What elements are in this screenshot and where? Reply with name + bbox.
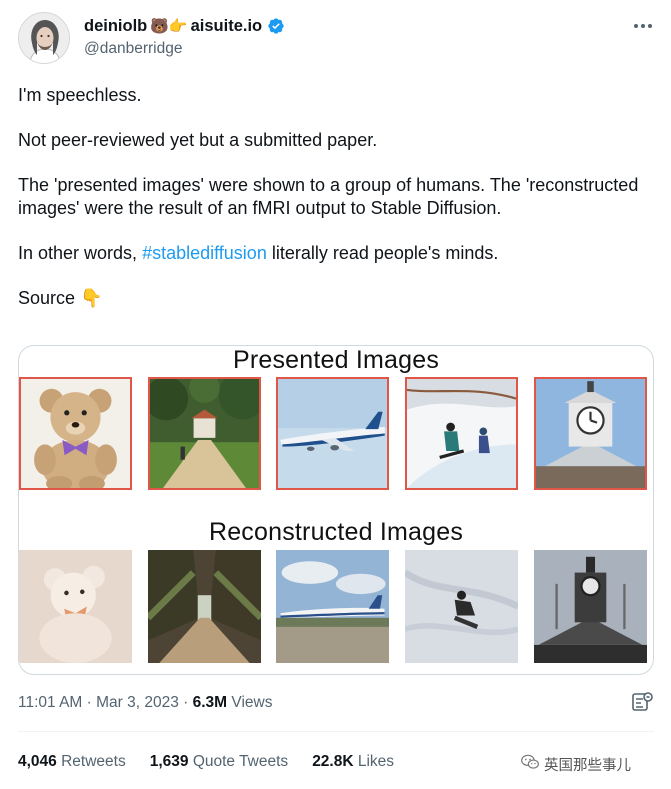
watermark-text: 英国那些事儿	[544, 757, 631, 774]
avatar[interactable]	[18, 12, 70, 64]
author-display-name[interactable]: deiniolb 🐻👉 aisuite.io	[84, 16, 285, 36]
name-emojis: 🐻👉	[150, 17, 188, 35]
more-dot-icon	[641, 24, 645, 28]
likes-count: 22.8K	[312, 753, 354, 770]
quote-tweets-label: Quote Tweets	[188, 753, 289, 770]
meta-separator: ·	[178, 694, 193, 711]
likes-stat[interactable]: 22.8K Likes	[312, 753, 394, 771]
pointing-down-emoji: 👇	[80, 288, 103, 309]
analytics-icon[interactable]	[630, 690, 654, 714]
reconstructed-snowboarder-image	[405, 550, 518, 663]
tweet-paragraph: Source 👇	[18, 287, 648, 310]
tweet-paragraph: I'm speechless.	[18, 85, 142, 105]
views-label: Views	[227, 694, 273, 711]
presented-clock-tower-image	[534, 377, 647, 490]
presented-images-title: Presented Images	[232, 346, 440, 374]
tweet-text: I'm speechless. Not peer-reviewed yet bu…	[18, 84, 648, 332]
tweet-paragraph: Not peer-reviewed yet but a submitted pa…	[18, 130, 378, 150]
paragraph-text: literally read people's minds.	[266, 243, 499, 263]
retweets-stat[interactable]: 4,046 Retweets	[18, 753, 126, 771]
reconstructed-tree-lined-path-image	[148, 550, 261, 663]
tweet-paragraph: The 'presented images' were shown to a g…	[18, 175, 639, 218]
quote-tweets-stat[interactable]: 1,639 Quote Tweets	[150, 753, 288, 771]
tweet-meta: 11:01 AM · Mar 3, 2023 · 6.3M Views	[18, 694, 272, 712]
watermark: 英国那些事儿	[520, 752, 631, 776]
quote-tweets-count: 1,639	[149, 753, 189, 770]
presented-teddy-bear-image	[19, 377, 132, 490]
retweets-label: Retweets	[56, 753, 126, 770]
views-count: 6.3M	[192, 694, 228, 711]
site-name-text: aisuite.io	[190, 17, 263, 35]
tweet-paragraph: In other words, #stablediffusion literal…	[18, 242, 648, 265]
more-dot-icon	[648, 24, 652, 28]
source-label: Source	[18, 288, 81, 308]
author-names: deiniolb 🐻👉 aisuite.io @danberridge	[84, 16, 285, 59]
likes-label: Likes	[353, 753, 395, 770]
paragraph-text: In other words,	[18, 243, 143, 263]
presented-garden-path-image	[148, 377, 261, 490]
tweet-media-image[interactable]: Presented Images Reconstructed Images	[18, 345, 654, 675]
meta-separator: ·	[82, 694, 97, 711]
retweets-count: 4,046	[18, 753, 57, 770]
tweet-date[interactable]: Mar 3, 2023	[96, 694, 179, 711]
more-options-button[interactable]	[628, 14, 658, 38]
reconstructed-teddy-bear-image	[19, 550, 132, 663]
engagement-stats: 4,046 Retweets 1,639 Quote Tweets 22.8K …	[18, 753, 394, 771]
display-name-text: deiniolb	[84, 17, 148, 35]
reconstructed-images-title: Reconstructed Images	[208, 518, 464, 546]
tweet-time[interactable]: 11:01 AM	[18, 694, 82, 711]
tweet-header: deiniolb 🐻👉 aisuite.io @danberridge	[18, 12, 658, 68]
presented-airplane-image	[276, 377, 389, 490]
author-handle[interactable]: @danberridge	[84, 39, 285, 59]
reconstructed-airplane-image	[276, 550, 389, 663]
reconstructed-clock-tower-image	[534, 550, 647, 663]
verified-badge-icon	[267, 17, 285, 35]
presented-snowboarders-image	[405, 377, 518, 490]
divider	[18, 731, 654, 732]
hashtag-link[interactable]: #stablediffusion	[142, 243, 267, 263]
more-dot-icon	[634, 24, 638, 28]
wechat-icon	[520, 752, 540, 776]
